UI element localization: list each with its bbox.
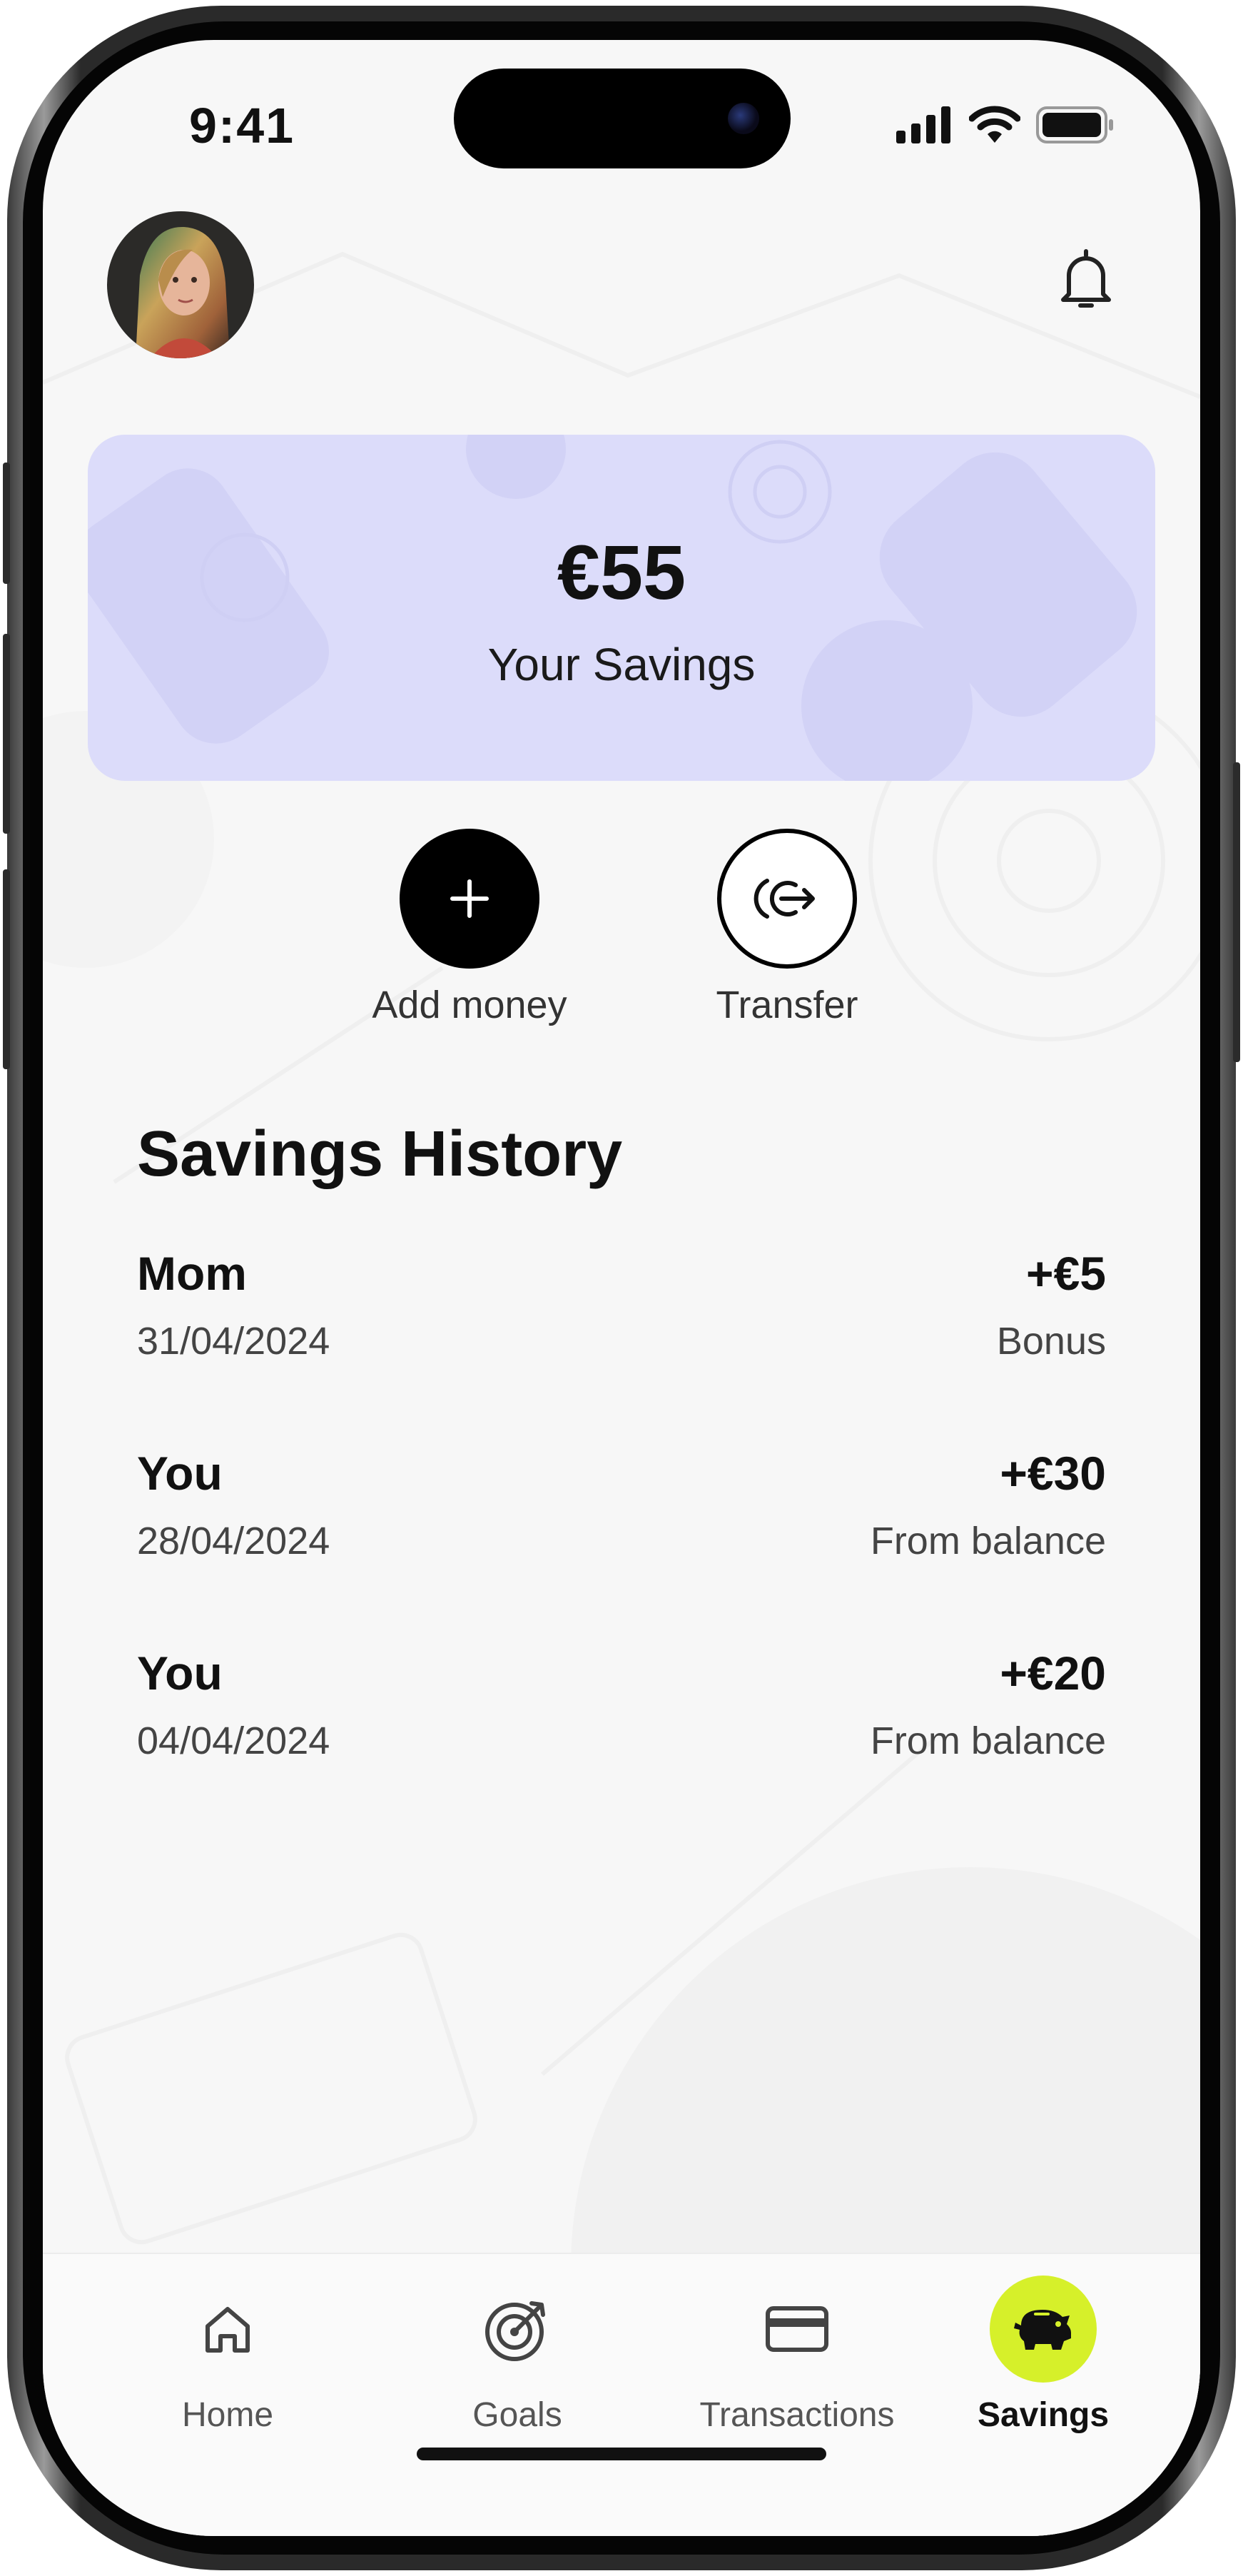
dynamic-island [454,69,791,168]
volume-down-button [3,869,10,1069]
nav-item-savings[interactable]: Savings [925,2276,1161,2435]
card-icon [766,2306,828,2352]
history-date: 28/04/2024 [137,1520,330,1562]
transfer-button[interactable] [717,829,857,969]
add-money-action[interactable]: Add money [362,829,577,1027]
history-source: From balance [870,1520,1106,1562]
history-amount: +€20 [1000,1647,1106,1699]
mute-switch [3,463,10,584]
front-camera [728,103,759,134]
history-amount: +€5 [1026,1247,1106,1300]
bell-icon[interactable] [1057,247,1115,311]
battery-icon [1036,106,1113,143]
plus-icon [450,879,489,918]
status-icons [896,106,1115,144]
history-amount: +€30 [1000,1447,1106,1500]
nav-item-goals[interactable]: Goals [400,2276,635,2435]
nav-label-home: Home [181,2396,274,2434]
home-indicator [417,2448,826,2460]
target-icon [485,2301,545,2361]
avatar-photo [107,211,254,358]
nav-label-transactions: Transactions [699,2396,895,2434]
nav-label-goals: Goals [472,2396,562,2434]
nav-label-savings: Savings [977,2396,1110,2434]
history-who: Mom [137,1247,247,1300]
bottom-navigation: Home Goals Transactions Savings [43,2253,1200,2536]
history-row[interactable]: Mom 31/04/2024 +€5 Bonus [137,1246,1106,1389]
savings-amount: €55 [557,529,686,615]
savings-history-title: Savings History [137,1118,623,1190]
history-row[interactable]: You 28/04/2024 +€30 From balance [137,1446,1106,1589]
add-money-label: Add money [372,984,567,1026]
add-money-button[interactable] [400,829,539,969]
home-icon [206,2307,250,2353]
savings-label: Your Savings [487,639,756,690]
history-who: You [137,1647,223,1699]
transfer-icon [754,879,815,919]
history-source: From balance [870,1719,1106,1762]
wifi-icon [969,106,1020,143]
savings-balance-card: €55 Your Savings [88,435,1155,781]
history-date: 04/04/2024 [137,1719,330,1762]
active-indicator [990,2276,1097,2383]
power-button [1233,762,1240,1062]
cellular-signal-icon [896,106,950,143]
nav-item-home[interactable]: Home [110,2276,345,2435]
piggy-bank-icon [1014,2310,1071,2350]
history-date: 31/04/2024 [137,1320,330,1363]
volume-up-button [3,634,10,834]
user-avatar[interactable] [107,211,254,358]
nav-item-transactions[interactable]: Transactions [679,2276,915,2435]
history-who: You [137,1447,223,1500]
history-source: Bonus [996,1320,1106,1363]
transfer-label: Transfer [716,984,858,1026]
history-row[interactable]: You 04/04/2024 +€20 From balance [137,1646,1106,1789]
transfer-action[interactable]: Transfer [680,829,894,1027]
app-screen: 9:41 €55 Your Savings Add money Transfer… [43,40,1200,2536]
status-time: 9:41 [189,98,295,153]
